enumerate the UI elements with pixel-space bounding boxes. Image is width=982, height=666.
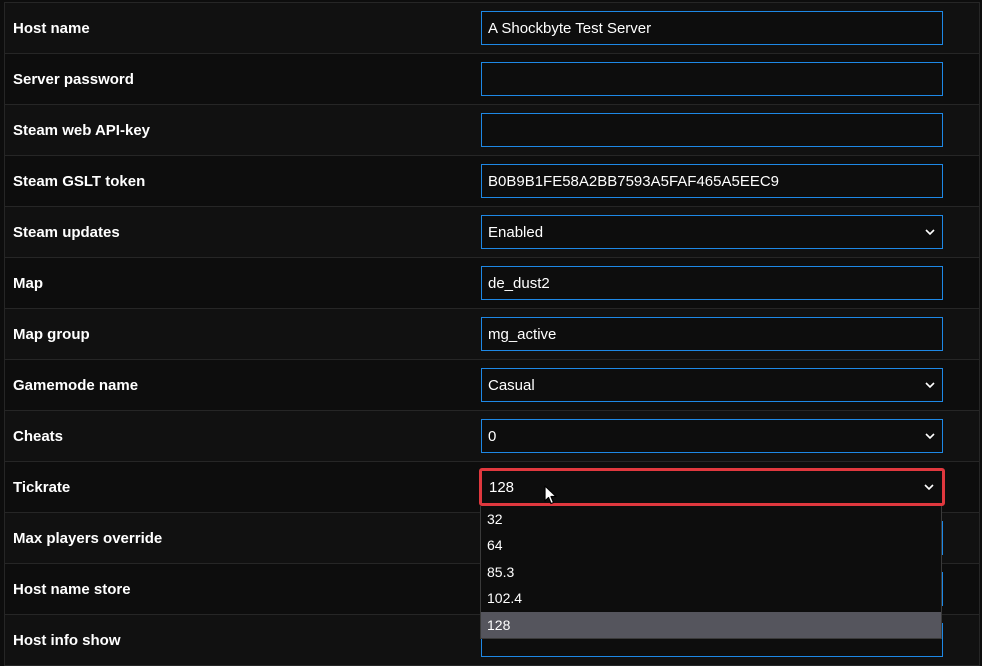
setting-label: Steam GSLT token xyxy=(13,172,146,190)
setting-row-host-name: Host name xyxy=(5,3,979,54)
tickrate-dropdown-list: 32 64 85.3 102.4 128 xyxy=(480,506,942,639)
select-value: Enabled xyxy=(488,223,544,241)
dropdown-option[interactable]: 64 xyxy=(481,532,941,558)
select-value: 0 xyxy=(488,427,497,445)
map-input[interactable] xyxy=(481,266,943,300)
setting-row-steam-gslt-token: Steam GSLT token xyxy=(5,156,979,207)
setting-row-server-password: Server password xyxy=(5,54,979,105)
setting-row-map: Map xyxy=(5,258,979,309)
setting-label: Map xyxy=(13,274,43,292)
setting-row-cheats: Cheats 0 xyxy=(5,411,979,462)
chevron-down-icon xyxy=(924,226,936,238)
setting-row-gamemode-name: Gamemode name Casual xyxy=(5,360,979,411)
steam-web-api-key-input[interactable] xyxy=(481,113,943,147)
cheats-select[interactable]: 0 xyxy=(481,419,943,453)
select-value: Casual xyxy=(488,376,535,394)
chevron-down-icon xyxy=(923,481,935,493)
dropdown-option[interactable]: 85.3 xyxy=(481,559,941,585)
setting-label: Tickrate xyxy=(13,478,71,496)
setting-label: Map group xyxy=(13,325,90,343)
map-group-input[interactable] xyxy=(481,317,943,351)
setting-label: Steam web API-key xyxy=(13,121,150,139)
setting-label: Host name xyxy=(13,19,90,37)
steam-gslt-token-input[interactable] xyxy=(481,164,943,198)
setting-label: Host name store xyxy=(13,580,131,598)
mouse-cursor-icon xyxy=(544,485,558,510)
setting-row-steam-updates: Steam updates Enabled xyxy=(5,207,979,258)
setting-label: Steam updates xyxy=(13,223,120,241)
setting-label: Server password xyxy=(13,70,134,88)
steam-updates-select[interactable]: Enabled xyxy=(481,215,943,249)
setting-label: Max players override xyxy=(13,529,163,547)
chevron-down-icon xyxy=(924,379,936,391)
setting-label: Gamemode name xyxy=(13,376,139,394)
setting-row-map-group: Map group xyxy=(5,309,979,360)
dropdown-option-selected[interactable]: 128 xyxy=(481,611,941,638)
dropdown-option[interactable]: 102.4 xyxy=(481,585,941,611)
gamemode-name-select[interactable]: Casual xyxy=(481,368,943,402)
chevron-down-icon xyxy=(924,430,936,442)
server-password-input[interactable] xyxy=(481,62,943,96)
host-name-input[interactable] xyxy=(481,11,943,45)
setting-label: Cheats xyxy=(13,427,64,445)
setting-label: Host info show xyxy=(13,631,121,649)
setting-row-steam-web-api-key: Steam web API-key xyxy=(5,105,979,156)
